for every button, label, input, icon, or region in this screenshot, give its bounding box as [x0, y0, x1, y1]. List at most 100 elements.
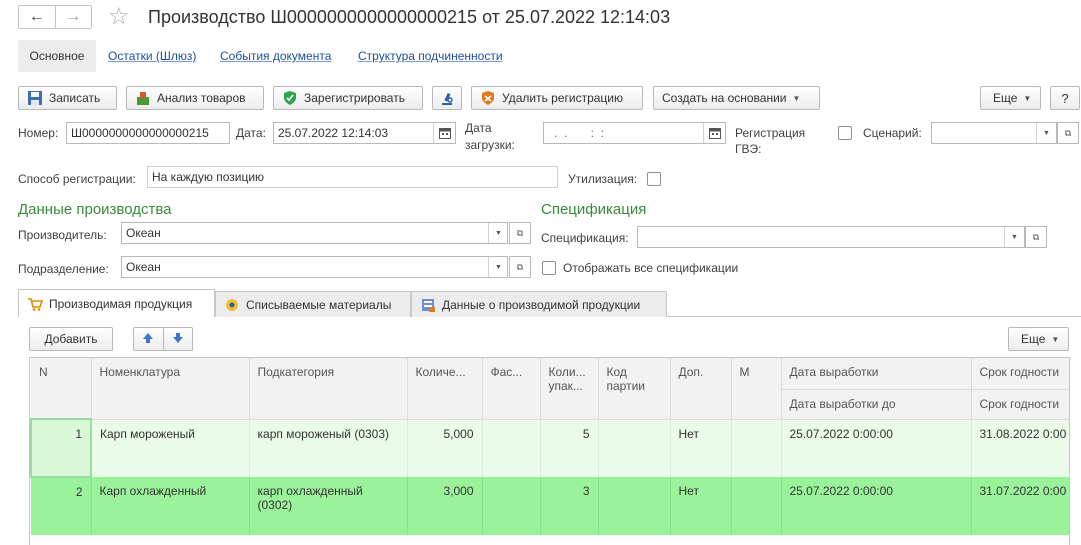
- tab-produced-goods[interactable]: Производимая продукция: [18, 289, 215, 317]
- subcategory-cell[interactable]: карп охлажденный (0302): [249, 477, 408, 535]
- table-more-button-label: Еще: [1021, 332, 1046, 346]
- analysis-button-label: Анализ товаров: [157, 91, 246, 105]
- unregister-button-label: Удалить регистрацию: [502, 91, 623, 105]
- nav-tab-main[interactable]: Основное: [18, 40, 96, 72]
- open-scenario-button[interactable]: ⧉: [1057, 122, 1079, 144]
- row-n-cell[interactable]: 1: [30, 418, 92, 478]
- col-header-nomenclature[interactable]: Номенклатура: [91, 358, 250, 420]
- save-button[interactable]: Записать: [18, 86, 117, 110]
- utilization-label: Утилизация:: [568, 172, 638, 186]
- table-frame: N Номенклатура Подкатегория Количе... Фа…: [29, 357, 1070, 545]
- table-more-button[interactable]: Еще ▼: [1008, 327, 1069, 351]
- nomenclature-cell[interactable]: Карп охлажденный: [91, 477, 250, 535]
- back-forward-group: ← →: [18, 5, 92, 29]
- gve-label-line1: Регистрация: [735, 126, 806, 140]
- col-header-prod-date[interactable]: Дата выработки: [781, 358, 972, 390]
- microscope-button[interactable]: [432, 86, 462, 110]
- additional-cell[interactable]: Нет: [670, 477, 732, 535]
- chevron-down-icon: ▼: [1023, 93, 1032, 103]
- date-field[interactable]: 25.07.2022 12:14:03: [273, 122, 456, 144]
- expiry-cell[interactable]: 31.07.2022 0:00: [971, 477, 1069, 535]
- tab-written-off-materials[interactable]: Списываемые материалы: [215, 291, 411, 317]
- col-header-n[interactable]: N: [31, 358, 92, 420]
- open-window-icon: ⧉: [1032, 231, 1040, 242]
- col-header-packing[interactable]: Фас...: [482, 358, 541, 420]
- favorite-star-icon[interactable]: ☆: [108, 3, 130, 31]
- show-all-specs-checkbox[interactable]: [542, 261, 556, 275]
- prod-date-cell[interactable]: 25.07.2022 0:00:00: [781, 419, 972, 477]
- open-window-icon: ⧉: [1064, 127, 1072, 138]
- quantity-cell[interactable]: 3,000: [407, 477, 483, 535]
- register-button[interactable]: Зарегистрировать: [273, 86, 423, 110]
- arrow-down-icon: [172, 332, 184, 347]
- analysis-button[interactable]: Анализ товаров: [126, 86, 264, 110]
- table-row[interactable]: 1 Карп мороженый карп мороженый (0303) 5…: [30, 418, 1069, 478]
- move-up-button[interactable]: [134, 328, 164, 350]
- calendar-icon[interactable]: [433, 123, 455, 143]
- number-field[interactable]: Ш0000000000000000215: [66, 122, 230, 144]
- utilization-checkbox[interactable]: [647, 172, 661, 186]
- specification-field[interactable]: [637, 226, 1025, 248]
- calendar-icon[interactable]: [703, 123, 725, 143]
- prod-date-cell[interactable]: 25.07.2022 0:00:00: [781, 477, 972, 535]
- add-row-button-label: Добавить: [44, 332, 98, 346]
- reg-method-field[interactable]: На каждую позицию: [147, 166, 558, 188]
- open-producer-button[interactable]: ⧉: [509, 222, 531, 244]
- producer-field[interactable]: Океан: [121, 222, 508, 244]
- cart-icon: [27, 296, 44, 312]
- subcategory-cell[interactable]: карп мороженый (0303): [249, 419, 408, 477]
- batch-cell[interactable]: [598, 419, 671, 477]
- chevron-down-icon[interactable]: ▼: [488, 257, 508, 277]
- data-table-icon: [420, 297, 436, 313]
- expiry-cell[interactable]: 31.08.2022 0:00: [971, 419, 1069, 477]
- unregister-button[interactable]: Удалить регистрацию: [471, 86, 643, 110]
- col-header-additional[interactable]: Доп.: [670, 358, 732, 420]
- gve-checkbox[interactable]: [838, 126, 852, 140]
- create-based-on-button[interactable]: Создать на основании ▼: [653, 86, 820, 110]
- save-button-label: Записать: [49, 91, 101, 105]
- nav-link-balances[interactable]: Остатки (Шлюз): [108, 49, 196, 63]
- packages-cell[interactable]: 3: [540, 477, 599, 535]
- row-n-cell[interactable]: 2: [31, 477, 92, 535]
- forward-button[interactable]: →: [56, 6, 92, 28]
- col-header-subcategory[interactable]: Подкатегория: [249, 358, 408, 420]
- tab-production-data-label: Данные о производимой продукции: [442, 297, 641, 312]
- help-button[interactable]: ?: [1050, 86, 1080, 110]
- m-cell[interactable]: [731, 477, 782, 535]
- col-header-m[interactable]: М: [731, 358, 782, 420]
- nav-link-structure[interactable]: Структура подчиненности: [358, 49, 503, 63]
- load-date-field[interactable]: . . : :: [543, 122, 726, 144]
- col-header-batch[interactable]: Код партии: [598, 358, 671, 420]
- division-field[interactable]: Океан: [121, 256, 508, 278]
- add-row-button[interactable]: Добавить: [29, 327, 113, 351]
- nomenclature-cell[interactable]: Карп мороженый: [91, 419, 250, 477]
- nav-link-events[interactable]: События документа: [220, 49, 331, 63]
- chevron-down-icon[interactable]: ▼: [1036, 123, 1056, 143]
- packing-cell[interactable]: [482, 419, 541, 477]
- open-division-button[interactable]: ⧉: [509, 256, 531, 278]
- chevron-down-icon[interactable]: ▼: [488, 223, 508, 243]
- floppy-disk-icon: [27, 90, 43, 106]
- quantity-cell[interactable]: 5,000: [407, 419, 483, 477]
- more-button[interactable]: Еще ▼: [980, 86, 1041, 110]
- batch-cell[interactable]: [598, 477, 671, 535]
- move-down-button[interactable]: [164, 328, 193, 350]
- specification-label: Спецификация:: [541, 231, 629, 245]
- back-button[interactable]: ←: [19, 6, 56, 28]
- m-cell[interactable]: [731, 419, 782, 477]
- tab-production-data[interactable]: Данные о производимой продукции: [411, 291, 667, 317]
- table-row[interactable]: 2 Карп охлажденный карп охлажденный (030…: [31, 477, 1069, 535]
- col-header-expiry[interactable]: Срок годности: [971, 358, 1069, 390]
- additional-cell[interactable]: Нет: [670, 419, 732, 477]
- col-header-expiry-2[interactable]: Срок годности: [971, 389, 1069, 420]
- packages-cell[interactable]: 5: [540, 419, 599, 477]
- open-specification-button[interactable]: ⧉: [1025, 226, 1047, 248]
- create-based-on-label: Создать на основании: [662, 91, 787, 105]
- col-header-packages[interactable]: Коли... упак...: [540, 358, 599, 420]
- packing-cell[interactable]: [482, 477, 541, 535]
- microscope-icon: [439, 90, 455, 106]
- chevron-down-icon[interactable]: ▼: [1004, 227, 1024, 247]
- col-header-prod-date-to[interactable]: Дата выработки до: [781, 389, 972, 420]
- tab-produced-goods-label: Производимая продукция: [49, 296, 193, 311]
- col-header-quantity[interactable]: Количе...: [407, 358, 483, 420]
